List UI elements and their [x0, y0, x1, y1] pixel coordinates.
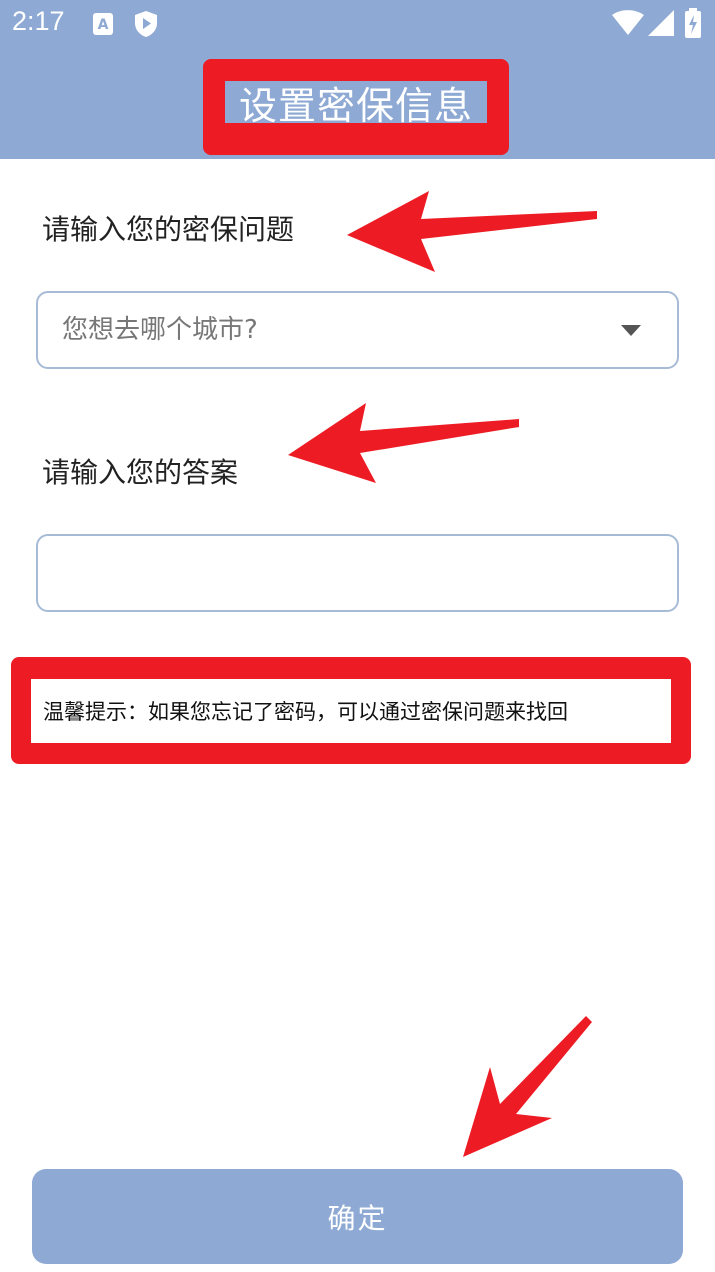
dropdown-arrow-icon	[621, 325, 641, 336]
font-a-icon: A	[93, 13, 113, 35]
question-select[interactable]: 您想去哪个城市?	[36, 291, 679, 369]
tip-text: 温馨提示：如果您忘记了密码，可以通过密保问题来找回	[43, 700, 568, 724]
svg-text:A: A	[98, 17, 109, 33]
signal-icon	[648, 10, 674, 36]
arrow-annotation-answer-icon	[288, 403, 519, 483]
wifi-icon	[612, 10, 644, 35]
question-select-value: 您想去哪个城市?	[62, 315, 258, 345]
arrow-annotation-question-icon	[347, 191, 597, 272]
answer-field[interactable]	[36, 534, 679, 612]
page-title: 设置密保信息	[238, 83, 473, 128]
battery-charging-icon	[685, 8, 701, 38]
question-label: 请输入您的密保问题	[42, 213, 295, 246]
arrow-annotation-confirm-icon	[463, 1016, 592, 1157]
status-time: 2:17	[12, 6, 65, 36]
tip-highlight-box: 温馨提示：如果您忘记了密码，可以通过密保问题来找回	[11, 657, 691, 764]
shield-play-icon	[135, 11, 157, 37]
answer-label: 请输入您的答案	[42, 456, 239, 489]
confirm-button[interactable]: 确定	[32, 1169, 683, 1264]
app-header: 2:17 A 设置密保信息	[0, 0, 715, 159]
title-highlight-box: 设置密保信息	[203, 59, 509, 155]
answer-input[interactable]	[38, 536, 677, 610]
